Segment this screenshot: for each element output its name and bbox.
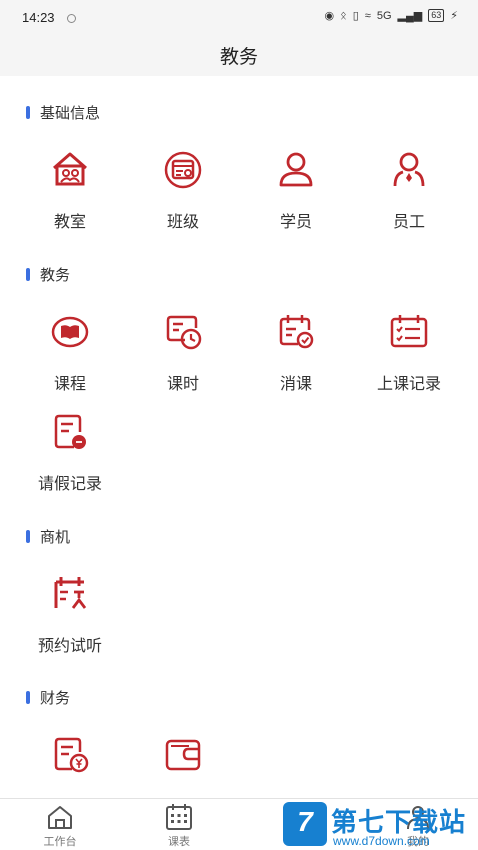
tile-classroom[interactable]: 教室 [14, 148, 126, 238]
nav-bar: 教务 [0, 34, 478, 76]
tile-label: 预约试听 [37, 638, 102, 655]
section-title: 财务 [40, 690, 71, 707]
section-finance: 财务 [26, 687, 70, 708]
charging-icon: ⚡ [450, 10, 458, 22]
section-title: 基础信息 [40, 105, 101, 122]
tab-workbench[interactable]: 工作台 [15, 799, 105, 850]
bluetooth-icon: ᛟ [340, 9, 347, 22]
page-title: 教务 [219, 47, 258, 68]
tab-label: 工作台 [43, 836, 77, 848]
tile-label: 请假记录 [37, 476, 102, 493]
lesson-hours-icon [166, 315, 202, 350]
tile-lesson-hours[interactable]: 课时 [127, 310, 239, 400]
tile-label: 班级 [166, 214, 199, 231]
tile-label: 教室 [53, 214, 86, 231]
section-academic: 教务 [26, 264, 70, 285]
classroom-icon [53, 152, 87, 186]
status-time: 14:23 [22, 10, 55, 25]
section-marker [26, 268, 30, 281]
fee-detail-icon [54, 737, 89, 773]
tile-label: 员工 [392, 214, 425, 231]
home-icon [48, 806, 72, 829]
section-title: 教务 [40, 267, 71, 284]
tile-label: 学员 [279, 214, 312, 231]
tile-staff[interactable]: 员工 [353, 148, 465, 238]
watermark-logo: 7 [283, 802, 327, 846]
leave-record-icon [54, 414, 86, 449]
staff-icon [393, 152, 425, 187]
wifi-icon: ≈ [364, 9, 371, 22]
tile-course[interactable]: 课程 [14, 310, 126, 400]
course-icon [51, 316, 89, 348]
tile-label: 消课 [279, 376, 312, 393]
watermark-logo-text: 7 [297, 806, 313, 837]
tile-student[interactable]: 学员 [240, 148, 352, 238]
tile-label: 课程 [53, 376, 86, 393]
calendar-icon [166, 804, 192, 830]
notification-dot-icon [67, 14, 76, 23]
consume-lesson-icon [279, 315, 314, 349]
tile-label: 课时 [166, 376, 199, 393]
signal-icon: ▂▄▆ [397, 10, 423, 22]
tab-label: 课表 [168, 836, 190, 848]
status-bar: 14:23 ◉ ᛟ ▯ ≈ 5G ▂▄▆ 63 ⚡ [0, 0, 478, 34]
tile-label: 上课记录 [376, 376, 441, 393]
battery-icon: 63 [428, 9, 445, 22]
student-icon [279, 152, 313, 187]
watermark: 7 第七下载站 www.d7down.com [283, 800, 478, 850]
tile-class[interactable]: 班级 [127, 148, 239, 238]
section-basic-info: 基础信息 [26, 102, 100, 123]
tile-leave-record[interactable]: 请假记录 [14, 410, 126, 500]
eye-icon: ◉ [324, 10, 335, 22]
status-icons: ◉ ᛟ ▯ ≈ 5G ▂▄▆ 63 ⚡ [325, 9, 458, 22]
section-marker [26, 106, 30, 119]
network-type: 5G [376, 9, 392, 22]
account-icon [165, 739, 201, 771]
vibrate-icon: ▯ [352, 10, 359, 22]
tile-trial-booking[interactable]: 预约试听 [14, 572, 126, 662]
watermark-url: www.d7down.com [333, 834, 430, 848]
tile-class-record[interactable]: 上课记录 [353, 310, 465, 400]
section-marker [26, 691, 30, 704]
tile-consume-lesson[interactable]: 消课 [240, 310, 352, 400]
tab-schedule[interactable]: 课表 [134, 799, 224, 850]
section-title: 商机 [40, 529, 71, 546]
class-icon [164, 151, 202, 189]
class-record-icon [390, 315, 428, 348]
section-opportunity: 商机 [26, 526, 70, 547]
trial-booking-icon [54, 577, 87, 609]
section-marker [26, 530, 30, 543]
